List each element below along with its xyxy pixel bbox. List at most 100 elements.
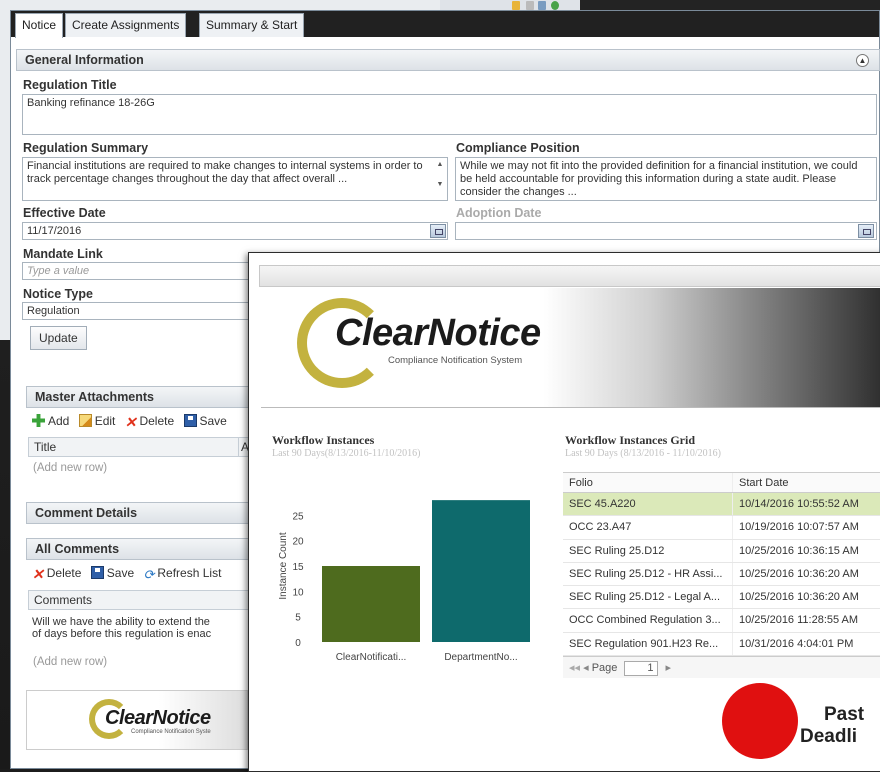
edit-icon	[78, 414, 92, 427]
attachments-toolbar: Add Edit ✕ Delete Save	[32, 414, 233, 429]
delete-icon: ✕	[124, 414, 137, 430]
delete-button[interactable]: ✕ Delete	[32, 566, 82, 582]
comment-text-line1: Will we have the ability to extend the	[32, 616, 210, 628]
table-row[interactable]: SEC Ruling 25.D12 10/25/2016 10:36:15 AM	[563, 539, 880, 563]
next-page-icon[interactable]: ▸	[666, 662, 672, 674]
deadline-status-icon	[722, 683, 798, 759]
table-row[interactable]: OCC 23.A47 10/19/2016 10:07:57 AM	[563, 516, 880, 540]
prev-page-icon[interactable]: ◂	[583, 662, 589, 674]
window-icon	[538, 1, 546, 10]
attachments-column-title[interactable]: Title	[28, 437, 248, 457]
comments-column[interactable]: Comments	[28, 590, 250, 610]
dashboard-title-bar	[259, 265, 880, 287]
folio-cell: SEC Ruling 25.D12 - Legal A...	[563, 586, 733, 609]
add-new-row[interactable]: (Add new row)	[28, 462, 107, 474]
notice-type-select[interactable]: Regulation	[22, 302, 262, 320]
master-attachments-header[interactable]: Master Attachments	[26, 386, 266, 408]
start-date-cell: 10/25/2016 10:36:15 AM	[739, 544, 859, 557]
start-date-cell: 10/19/2016 10:07:57 AM	[739, 521, 859, 534]
folio-cell: OCC 23.A47	[563, 516, 733, 539]
comment-text-line2: of days before this regulation is enac	[32, 628, 212, 640]
delete-label: Delete	[46, 566, 82, 580]
add-button[interactable]: Add	[32, 414, 69, 428]
calendar-icon[interactable]	[858, 224, 874, 238]
comments-toolbar: ✕ Delete Save ⟳ Refresh List	[32, 566, 227, 582]
delete-button[interactable]: ✕ Delete	[124, 414, 175, 430]
tab-notice[interactable]: Notice	[15, 13, 64, 38]
y-tick-label: 0	[295, 638, 301, 649]
footer-logo-box: ClearNotice Compliance Notification Syst…	[26, 690, 248, 750]
save-icon	[90, 566, 104, 579]
table-row[interactable]: SEC Ruling 25.D12 - Legal A... 10/25/2016…	[563, 586, 880, 610]
bar[interactable]	[432, 500, 530, 642]
page-input[interactable]: 1	[624, 660, 659, 676]
logo-subtitle: Compliance Notification System	[388, 355, 523, 366]
y-tick-label: 20	[292, 537, 304, 548]
all-comments-header[interactable]: All Comments	[26, 538, 266, 560]
delete-label: Delete	[139, 414, 175, 428]
add-new-comment-row[interactable]: (Add new row)	[28, 656, 107, 668]
general-information-header[interactable]: General Information ▲	[16, 49, 880, 71]
logo-wordmark: ClearNotice	[105, 707, 211, 729]
notice-type-label: Notice Type	[23, 287, 93, 301]
logo-wordmark: ClearNotice	[335, 312, 541, 354]
regulation-summary-field[interactable]: Financial institutions are required to m…	[22, 157, 448, 201]
grid-body: SEC 45.A220 10/14/2016 10:55:52 AM OCC 23.…	[563, 493, 880, 657]
save-icon	[183, 414, 197, 427]
regulation-summary-label: Regulation Summary	[23, 141, 149, 155]
deadline-line1: Past	[824, 704, 865, 725]
table-row[interactable]: SEC 45.A220 10/14/2016 10:55:52 AM	[563, 493, 880, 517]
page-label: Page	[591, 662, 618, 675]
y-axis-label: Instance Count	[278, 532, 289, 599]
print-icon	[526, 1, 534, 10]
adoption-date-label: Adoption Date	[456, 206, 542, 220]
regulation-title-field[interactable]: Banking refinance 18-26G	[22, 94, 877, 135]
tab-summary-start[interactable]: Summary & Start	[199, 13, 305, 37]
start-date-cell: 10/25/2016 10:36:20 AM	[739, 567, 859, 580]
edit-button[interactable]: Edit	[78, 414, 115, 428]
comment-details-header[interactable]: Comment Details	[26, 502, 266, 524]
comment-line[interactable]: Will we have the ability to extend the o…	[32, 616, 211, 640]
section-title: General Information	[25, 53, 144, 67]
y-tick-label: 15	[292, 562, 304, 573]
first-page-icon[interactable]: ◂◂	[569, 662, 580, 674]
workflow-chart-subtitle: Last 90 Days(8/13/2016-11/10/2016)	[272, 448, 421, 459]
workflow-chart-title: Workflow Instances	[272, 433, 375, 447]
delete-icon: ✕	[32, 566, 44, 582]
grid-pager: ◂◂ ◂ Page 1 ▸	[563, 656, 880, 679]
folio-cell: SEC Ruling 25.D12 - HR Assi...	[563, 562, 733, 586]
save-button[interactable]: Save	[90, 566, 134, 580]
y-tick-label: 10	[292, 587, 304, 598]
folio-cell: SEC Regulation 901.H23 Re...	[563, 632, 733, 656]
x-tick-label: DepartmentNo...	[444, 652, 517, 663]
effective-date-field[interactable]: 11/17/2016	[22, 222, 448, 240]
bar[interactable]	[322, 566, 420, 642]
folio-cell: SEC 45.A220	[563, 493, 733, 516]
logo-subtitle: Compliance Notification Syste	[131, 729, 211, 735]
plus-icon	[32, 414, 45, 427]
save-button[interactable]: Save	[183, 414, 227, 428]
workflow-bar-chart: Instance Count 0 5 10 15 20 25 ClearNotificati.…	[272, 480, 552, 680]
start-date-cell: 10/14/2016 10:55:52 AM	[739, 498, 859, 510]
column-folio[interactable]: Folio	[563, 473, 733, 492]
effective-date-label: Effective Date	[23, 206, 106, 220]
refresh-list-button[interactable]: ⟳ Refresh List	[143, 566, 221, 582]
table-row[interactable]: OCC Combined Regulation 3... 10/25/2016 1…	[563, 609, 880, 633]
column-start-date[interactable]: Start Date	[733, 473, 880, 492]
start-date-cell: 10/31/2016 4:04:01 PM	[739, 637, 854, 650]
mandate-link-field[interactable]: Type a value	[22, 262, 262, 280]
folder-icon	[512, 1, 520, 10]
compliance-position-field[interactable]: While we may not fit into the provided d…	[455, 157, 877, 201]
refresh-icon: ⟳	[143, 567, 155, 582]
calendar-icon[interactable]	[430, 224, 446, 238]
tab-create-assignments[interactable]: Create Assignments	[65, 13, 187, 37]
update-button[interactable]: Update	[30, 326, 87, 350]
adoption-date-field[interactable]	[455, 222, 877, 240]
y-tick-label: 25	[292, 511, 304, 522]
start-date-cell: 10/25/2016 11:28:55 AM	[739, 614, 859, 627]
summary-scrollbar[interactable]: ▲ ▼	[434, 160, 446, 190]
workflow-grid-subtitle: Last 90 Days (8/13/2016 - 11/10/2016)	[565, 448, 722, 459]
table-row[interactable]: SEC Regulation 901.H23 Re... 10/31/2016 4…	[563, 632, 880, 657]
collapse-icon[interactable]: ▲	[856, 54, 869, 67]
table-row[interactable]: SEC Ruling 25.D12 - HR Assi... 10/25/2016…	[563, 562, 880, 587]
